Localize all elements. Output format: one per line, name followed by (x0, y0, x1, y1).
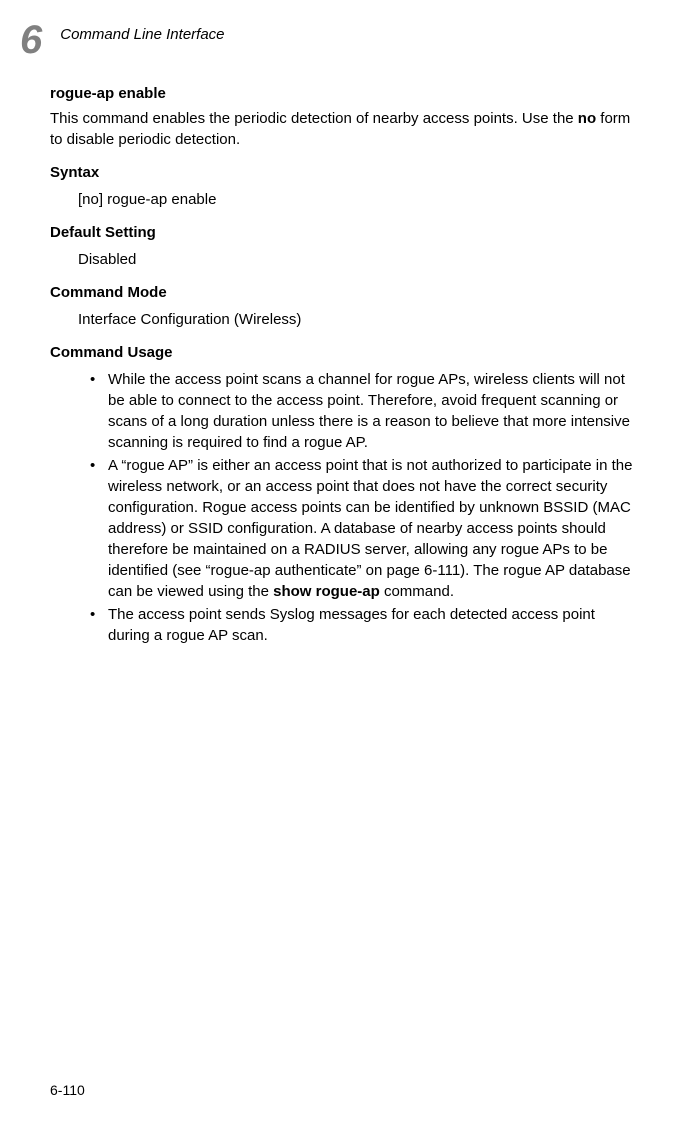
default-setting-heading: Default Setting (50, 224, 634, 241)
command-mode-value: Interface Configuration (Wireless) (78, 309, 634, 330)
usage-text-pre: The access point sends Syslog messages f… (108, 606, 595, 644)
usage-text-post: command. (380, 583, 454, 600)
usage-text-pre: While the access point scans a channel f… (108, 371, 630, 451)
syntax-heading: Syntax (50, 164, 634, 181)
usage-item: A “rogue AP” is either an access point t… (90, 455, 634, 602)
usage-text-bold: show rogue-ap (273, 583, 380, 600)
chapter-number: 6 (20, 20, 42, 60)
command-mode-heading: Command Mode (50, 284, 634, 301)
description-pre: This command enables the periodic detect… (50, 110, 578, 127)
description-bold: no (578, 110, 596, 127)
command-usage-heading: Command Usage (50, 344, 634, 361)
command-title: rogue-ap enable (50, 85, 634, 102)
usage-text-pre: A “rogue AP” is either an access point t… (108, 457, 632, 600)
page-header: 6 Command Line Interface (50, 20, 634, 60)
syntax-value: [no] rogue-ap enable (78, 189, 634, 210)
command-description: This command enables the periodic detect… (50, 108, 634, 150)
default-setting-value: Disabled (78, 249, 634, 270)
usage-item: While the access point scans a channel f… (90, 369, 634, 453)
command-usage-list: While the access point scans a channel f… (90, 369, 634, 646)
page-number: 6-110 (50, 1082, 85, 1098)
chapter-title: Command Line Interface (60, 26, 224, 43)
usage-item: The access point sends Syslog messages f… (90, 604, 634, 646)
